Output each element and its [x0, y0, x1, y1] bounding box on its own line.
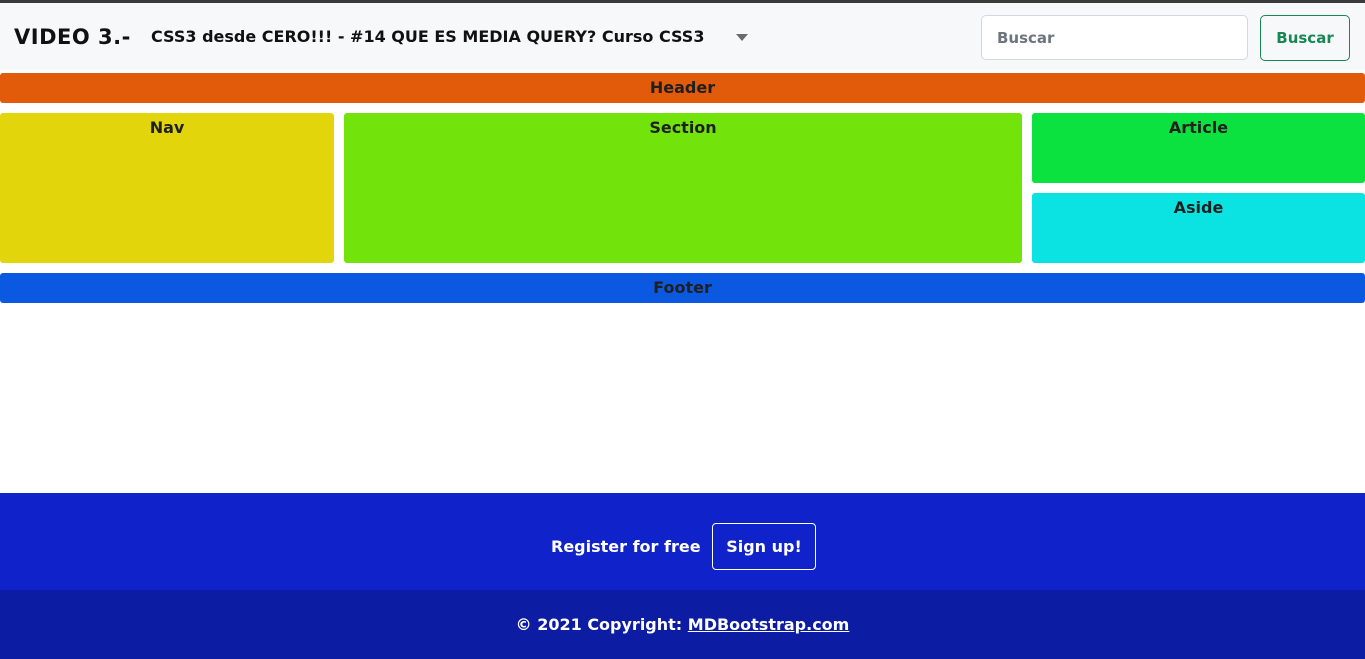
navbar: VIDEO 3.- CSS3 desde CERO!!! - #14 QUE E… [0, 3, 1365, 70]
section-label: Section [649, 118, 717, 137]
nav-label: Nav [149, 118, 185, 137]
search-input[interactable] [981, 15, 1248, 60]
section-block: Section [344, 113, 1022, 263]
navbar-brand[interactable]: VIDEO 3.- [14, 25, 131, 49]
copyright-text: © 2021 Copyright: [515, 615, 688, 634]
header-block: Header [0, 73, 1365, 103]
video-title-dropdown[interactable]: CSS3 desde CERO!!! - #14 QUE ES MEDIA QU… [151, 27, 704, 46]
dropdown-label: CSS3 desde CERO!!! - #14 QUE ES MEDIA QU… [151, 27, 705, 46]
sign-up-button[interactable]: Sign up! [712, 523, 816, 570]
register-text: Register for free [551, 537, 701, 556]
aside-label: Aside [1173, 198, 1224, 217]
chevron-down-icon[interactable] [736, 34, 748, 41]
header-label: Header [649, 78, 716, 97]
copyright-link[interactable]: MDBootstrap.com [688, 615, 850, 634]
nav-block: Nav [0, 113, 334, 263]
aside-block: Aside [1032, 193, 1365, 263]
site-footer: Register for free Sign up! [0, 493, 1365, 590]
footer-label: Footer [653, 278, 712, 297]
search-button[interactable]: Buscar [1260, 15, 1350, 61]
footer-block: Footer [0, 273, 1365, 303]
copyright-bar: © 2021 Copyright: MDBootstrap.com [0, 590, 1365, 659]
article-label: Article [1168, 118, 1229, 137]
article-block: Article [1032, 113, 1365, 183]
